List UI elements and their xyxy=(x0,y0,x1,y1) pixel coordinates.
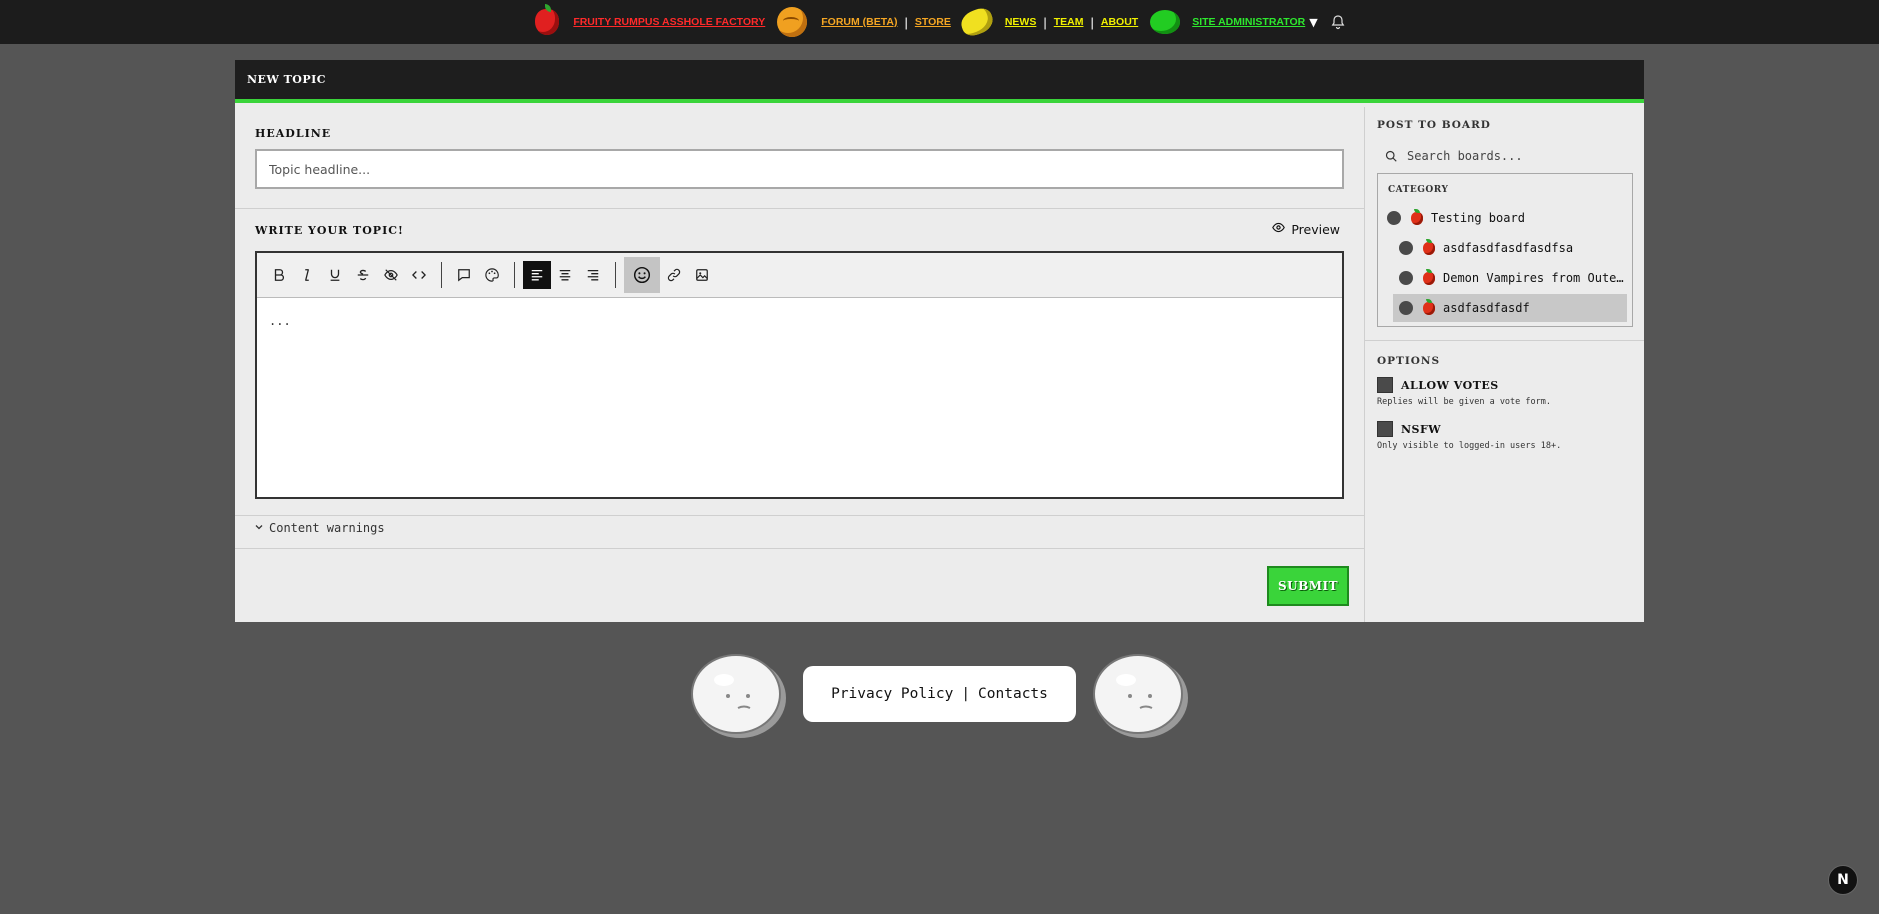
board-label: asdfasdfasdfasdfsa xyxy=(1443,241,1574,255)
board-list: CATEGORY Testing board asdfasdfasdfasdfs… xyxy=(1377,173,1633,327)
radio-button[interactable] xyxy=(1399,271,1413,285)
divider xyxy=(1365,340,1644,341)
footer-separator: | xyxy=(961,686,971,702)
nav-link-forum[interactable]: FORUM (BETA) xyxy=(821,16,897,28)
quote-icon[interactable] xyxy=(450,261,478,289)
preview-label: Preview xyxy=(1291,221,1340,237)
divider xyxy=(235,515,1364,516)
option-description: Only visible to logged-in users 18+. xyxy=(1377,441,1562,451)
nsfw-checkbox[interactable] xyxy=(1377,421,1393,437)
content-warnings-label: Content warnings xyxy=(269,521,385,535)
board-search-input[interactable] xyxy=(1405,148,1625,164)
code-icon[interactable] xyxy=(405,261,433,289)
chevron-down-icon[interactable]: ▼ xyxy=(1309,16,1317,29)
rich-text-editor: ... xyxy=(255,251,1344,499)
bold-icon[interactable] xyxy=(265,261,293,289)
eye-icon xyxy=(1272,221,1286,237)
nav-separator: | xyxy=(904,14,908,30)
board-item-testing-board[interactable]: Testing board xyxy=(1387,204,1627,232)
nsfw-option[interactable]: NSFW xyxy=(1377,421,1441,437)
nav-brand-link[interactable]: FRUITY RUMPUS ASSHOLE FACTORY xyxy=(573,16,765,28)
radio-button[interactable] xyxy=(1399,241,1413,255)
editor-toolbar xyxy=(257,253,1342,298)
topic-form: HEADLINE WRITE YOUR TOPIC! Preview xyxy=(235,107,1364,622)
top-nav: FRUITY RUMPUS ASSHOLE FACTORY FORUM (BET… xyxy=(0,0,1879,44)
align-right-icon[interactable] xyxy=(579,261,607,289)
color-icon[interactable] xyxy=(478,261,506,289)
footer-links: Privacy Policy | Contacts xyxy=(803,666,1076,722)
nav-user-menu[interactable]: SITE ADMINISTRATOR xyxy=(1192,16,1305,28)
emoji-icon[interactable] xyxy=(624,257,660,293)
spoiler-icon[interactable] xyxy=(377,261,405,289)
nav-link-about[interactable]: ABOUT xyxy=(1101,16,1138,28)
blob-mascot-right xyxy=(1093,654,1188,738)
align-center-icon[interactable] xyxy=(551,261,579,289)
nav-link-team[interactable]: TEAM xyxy=(1054,16,1084,28)
divider xyxy=(235,208,1364,209)
allow-votes-checkbox[interactable] xyxy=(1377,377,1393,393)
apple-icon xyxy=(1411,208,1423,225)
submit-button[interactable]: SUBMIT xyxy=(1267,566,1349,606)
apple-icon xyxy=(1423,298,1435,315)
card-header: NEW TOPIC xyxy=(235,60,1644,103)
option-description: Replies will be given a vote form. xyxy=(1377,397,1551,407)
headline-label: HEADLINE xyxy=(255,127,332,140)
lemon-icon xyxy=(957,5,996,39)
toolbar-divider xyxy=(514,262,515,288)
orange-icon xyxy=(777,7,808,37)
nav-separator: | xyxy=(1043,14,1047,30)
allow-votes-option[interactable]: ALLOW VOTES xyxy=(1377,377,1499,393)
option-title: ALLOW VOTES xyxy=(1401,378,1499,392)
search-icon xyxy=(1385,147,1397,166)
divider xyxy=(235,548,1364,549)
board-label: Demon Vampires from Outer Space xyxy=(1443,271,1627,285)
apple-icon xyxy=(1423,268,1435,285)
underline-icon[interactable] xyxy=(321,261,349,289)
image-icon[interactable] xyxy=(688,261,716,289)
sidebar: POST TO BOARD CATEGORY Testing board asd xyxy=(1364,107,1644,622)
toolbar-divider xyxy=(441,262,442,288)
nextjs-badge[interactable]: N xyxy=(1828,865,1858,895)
post-to-board-label: POST TO BOARD xyxy=(1377,119,1491,131)
strikethrough-icon[interactable] xyxy=(349,261,377,289)
category-label: CATEGORY xyxy=(1388,185,1449,195)
board-label: asdfasdfasdf xyxy=(1443,301,1530,315)
link-icon[interactable] xyxy=(660,261,688,289)
options-label: OPTIONS xyxy=(1377,355,1441,367)
lime-icon xyxy=(1150,10,1181,34)
nav-link-store[interactable]: STORE xyxy=(915,16,951,28)
blob-mascot-left xyxy=(691,654,786,738)
page-title: NEW TOPIC xyxy=(247,73,327,86)
headline-input[interactable] xyxy=(255,149,1344,189)
bell-icon[interactable] xyxy=(1330,14,1346,30)
radio-button[interactable] xyxy=(1399,301,1413,315)
board-label: Testing board xyxy=(1431,211,1525,225)
apple-icon xyxy=(535,4,560,35)
content-warnings-toggle[interactable]: Content warnings xyxy=(254,521,385,535)
option-title: NSFW xyxy=(1401,422,1442,436)
card-body: HEADLINE WRITE YOUR TOPIC! Preview xyxy=(235,107,1644,622)
nav-separator: | xyxy=(1090,14,1094,30)
align-left-icon[interactable] xyxy=(523,261,551,289)
board-item[interactable]: Demon Vampires from Outer Space xyxy=(1399,264,1627,292)
board-search xyxy=(1377,143,1633,169)
italic-icon[interactable] xyxy=(293,261,321,289)
apple-icon xyxy=(1423,238,1435,255)
board-item-selected[interactable]: asdfasdfasdf xyxy=(1393,294,1627,322)
toolbar-divider xyxy=(615,262,616,288)
new-topic-card: NEW TOPIC HEADLINE WRITE YOUR TOPIC! Pre… xyxy=(235,60,1644,622)
contacts-link[interactable]: Contacts xyxy=(978,686,1048,702)
write-topic-label: WRITE YOUR TOPIC! xyxy=(255,224,404,237)
nav-link-news[interactable]: NEWS xyxy=(1005,16,1037,28)
nav-inner: FRUITY RUMPUS ASSHOLE FACTORY FORUM (BET… xyxy=(535,0,1345,44)
chevron-down-icon xyxy=(254,521,264,535)
editor-content[interactable]: ... xyxy=(257,298,1342,497)
radio-button[interactable] xyxy=(1387,211,1401,225)
privacy-policy-link[interactable]: Privacy Policy xyxy=(831,686,953,702)
preview-button[interactable]: Preview xyxy=(1272,221,1340,237)
board-item[interactable]: asdfasdfasdfasdfsa xyxy=(1399,234,1627,262)
